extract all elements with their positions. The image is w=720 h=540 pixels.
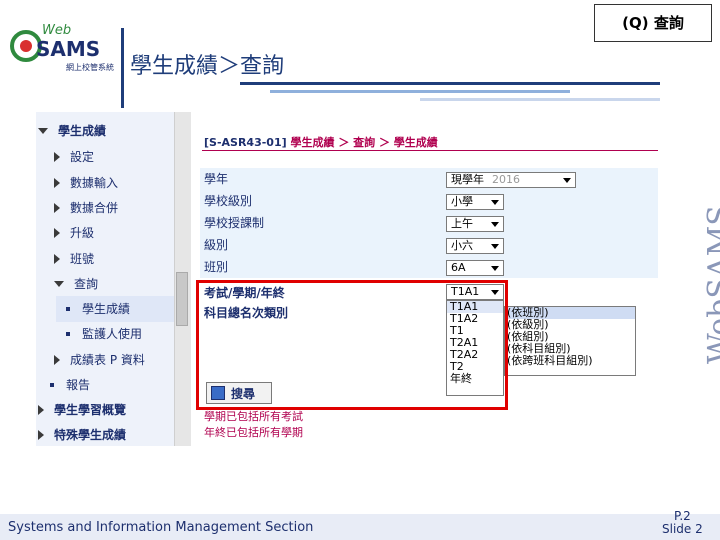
header-rule-2 (270, 90, 570, 93)
label-school-year: 學年 (204, 172, 229, 186)
caret-right-icon (54, 151, 60, 162)
school-year-number: 2016 (492, 173, 520, 186)
sidebar-item[interactable]: 監護人使用 (66, 325, 142, 342)
sidebar-item-label: 設定 (70, 150, 95, 164)
sidebar-item[interactable]: 數據輸入 (54, 174, 118, 191)
chevron-down-icon (491, 266, 499, 271)
bullet-icon (66, 331, 70, 336)
sidebar-item[interactable]: 班號 (54, 250, 94, 267)
label-level: 級別 (204, 238, 229, 252)
school-year-select[interactable]: 現學年 2016 (446, 172, 576, 188)
websams-watermark: WebSAMS (702, 205, 720, 364)
caret-right-icon (54, 177, 60, 188)
note-year-end: 年終已包括所有學期 (204, 426, 303, 439)
sidebar-item-label: 升級 (70, 226, 95, 240)
level-select[interactable]: 小六 (446, 238, 504, 254)
sidebar-item-label: 成績表 P 資料 (70, 353, 145, 367)
sidebar-item-label: 監護人使用 (82, 327, 143, 341)
sidebar-item-label: 查詢 (74, 277, 99, 291)
sidebar-item-label: 數據輸入 (70, 176, 119, 190)
sidebar-item[interactable]: 特殊學生成績 (38, 426, 126, 443)
header-rule-3 (420, 98, 660, 101)
sidebar-item[interactable]: 升級 (54, 224, 94, 241)
chevron-down-icon (491, 244, 499, 249)
header-divider (121, 28, 124, 108)
caret-right-icon (38, 404, 44, 415)
breadcrumb-path: 學生成績 ＞ 查詢 ＞ 學生成績 (290, 136, 438, 149)
bullet-icon (66, 306, 70, 311)
caret-down-icon (54, 280, 64, 287)
rank-type-list[interactable]: (依班別) (依級別) (依組別) (依科目組別) (依跨班科目組別) (504, 306, 636, 376)
label-school-level: 學校級別 (204, 194, 253, 208)
page-number: P.2 Slide 2 (662, 510, 703, 536)
sidebar-item-label: 班號 (70, 252, 95, 266)
class-select[interactable]: 6A (446, 260, 504, 276)
sidebar-item[interactable]: 學生學習概覽 (38, 401, 126, 418)
school-level-value: 小學 (451, 195, 473, 208)
websams-logo: Web SAMS 網上校管系統 (8, 16, 116, 76)
class-value: 6A (451, 261, 466, 274)
session-select[interactable]: 上午 (446, 216, 504, 232)
form-panel (200, 168, 658, 278)
breadcrumb: [S-ASR43-01] 學生成績 ＞ 查詢 ＞ 學生成績 (204, 134, 438, 150)
caret-right-icon (54, 354, 60, 365)
sidebar-item[interactable]: 報告 (50, 376, 90, 393)
sidebar-item-label: 數據合併 (70, 201, 119, 215)
caret-right-icon (54, 202, 60, 213)
logo-web-text: Web (42, 23, 71, 38)
scrollbar-thumb[interactable] (176, 272, 188, 326)
sidebar-item-label: 學生成績 (58, 124, 107, 138)
rank-type-option[interactable]: (依跨班科目組別) (505, 355, 635, 367)
screen-code: [S-ASR43-01] (204, 136, 287, 149)
label-class: 班別 (204, 260, 229, 274)
sidebar-item-label: 學生學習概覽 (54, 403, 127, 417)
chevron-down-icon (491, 222, 499, 227)
slide-title: 學生成績＞查詢 (130, 54, 285, 79)
logo-sams-text: SAMS (36, 37, 100, 61)
label-session: 學校授課制 (204, 216, 265, 230)
sidebar-item[interactable]: 成績表 P 資料 (54, 351, 145, 368)
header-rule-1 (240, 82, 660, 85)
footer-section: Systems and Information Management Secti… (8, 520, 314, 535)
sidebar-item-label: 學生成績 (82, 302, 131, 316)
caret-right-icon (54, 253, 60, 264)
highlight-box (196, 280, 508, 410)
sidebar-item[interactable]: 數據合併 (54, 199, 118, 216)
school-year-value: 現學年 (451, 173, 484, 186)
caret-right-icon (54, 227, 60, 238)
caret-down-icon (38, 127, 48, 134)
logo-sub-text: 網上校管系統 (66, 62, 114, 72)
sidebar-item-label: 特殊學生成績 (54, 428, 127, 442)
school-level-select[interactable]: 小學 (446, 194, 504, 210)
chevron-down-icon (563, 178, 571, 183)
sidebar-item[interactable]: 查詢 (54, 275, 98, 292)
query-mode-label: (Q) 查詢 (594, 4, 712, 42)
bullet-icon (50, 382, 54, 387)
session-value: 上午 (451, 217, 473, 230)
sidebar-item-label: 報告 (66, 378, 91, 392)
chevron-down-icon (491, 200, 499, 205)
slide-label: Slide 2 (662, 522, 703, 536)
caret-right-icon (38, 429, 44, 440)
sidebar-item[interactable]: 學生成績 (66, 300, 130, 317)
sidebar-item[interactable]: 設定 (54, 148, 94, 165)
level-value: 小六 (451, 239, 473, 252)
breadcrumb-rule (202, 150, 658, 151)
sidebar-item[interactable]: 學生成績 (38, 122, 106, 139)
note-term: 學期已包括所有考試 (204, 410, 303, 423)
